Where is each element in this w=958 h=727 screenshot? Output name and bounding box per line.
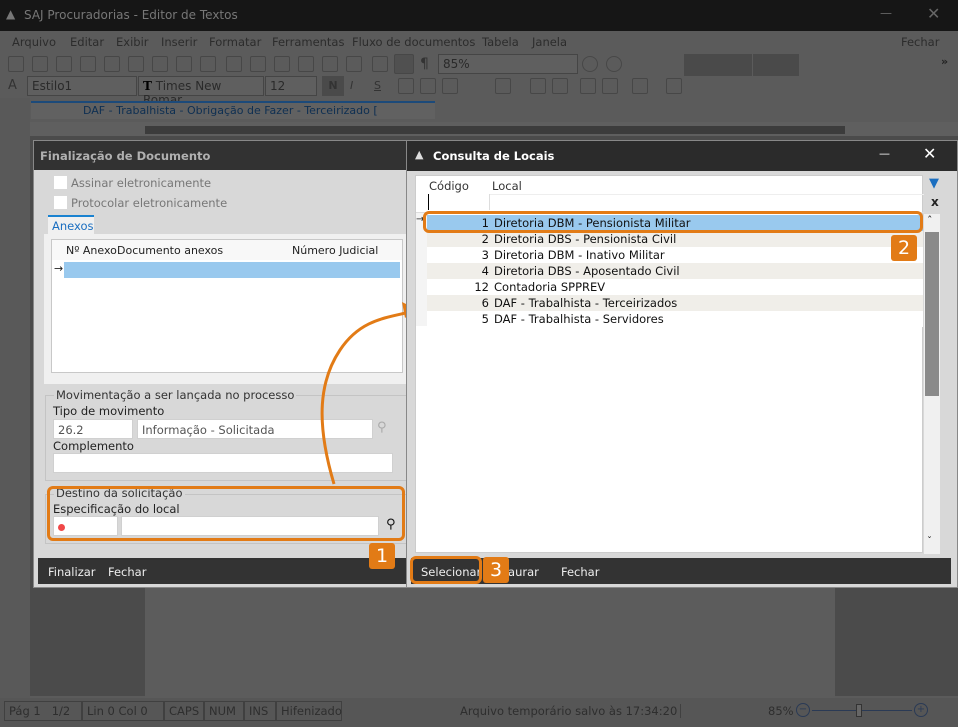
row-local: DAF - Trabalhista - Terceirizados bbox=[494, 296, 678, 310]
callout-3: 3 bbox=[483, 557, 509, 583]
row-codigo: 12 bbox=[474, 280, 489, 294]
row-local: Contadoria SPPREV bbox=[494, 280, 606, 294]
table-row[interactable]: 5 DAF - Trabalhista - Servidores bbox=[427, 311, 923, 327]
scrollbar-thumb[interactable] bbox=[925, 232, 939, 396]
row-local: Diretoria DBS - Pensionista Civil bbox=[494, 232, 677, 246]
local-filter-input[interactable] bbox=[490, 194, 924, 210]
table-row[interactable]: 2 Diretoria DBS - Pensionista Civil bbox=[427, 231, 923, 247]
col-local[interactable]: Local bbox=[492, 179, 522, 193]
row-local: Diretoria DBS - Aposentado Civil bbox=[494, 264, 680, 278]
row-codigo: 2 bbox=[481, 232, 489, 246]
row-codigo: 5 bbox=[481, 312, 489, 326]
clear-filter-icon[interactable]: x bbox=[931, 195, 939, 209]
scroll-up-icon[interactable]: ˆ bbox=[927, 214, 933, 227]
table-row[interactable]: 3 Diretoria DBM - Inativo Militar bbox=[427, 247, 923, 263]
table-row[interactable]: 4 Diretoria DBS - Aposentado Civil bbox=[427, 263, 923, 279]
scroll-down-icon[interactable]: ˇ bbox=[927, 536, 932, 547]
table-row[interactable]: 6 DAF - Trabalhista - Terceirizados bbox=[427, 295, 923, 311]
table-row[interactable]: 12 Contadoria SPPREV bbox=[427, 279, 923, 295]
dialog-title: Consulta de Locais bbox=[407, 141, 957, 171]
row-codigo: 3 bbox=[481, 248, 489, 262]
filter-icon[interactable]: ▼ bbox=[929, 176, 939, 191]
fechar-button[interactable]: Fechar bbox=[561, 565, 599, 579]
callout-2: 2 bbox=[891, 235, 917, 261]
close-button[interactable]: ✕ bbox=[923, 144, 936, 163]
row-local: Diretoria DBM - Inativo Militar bbox=[494, 248, 665, 262]
row-local: DAF - Trabalhista - Servidores bbox=[494, 312, 664, 326]
highlight-row bbox=[423, 211, 923, 233]
app-logo-icon: ▲ bbox=[415, 148, 424, 161]
col-codigo[interactable]: Código bbox=[429, 179, 469, 193]
row-codigo: 6 bbox=[481, 296, 489, 310]
highlight-selecionar bbox=[410, 556, 482, 584]
minimize-button[interactable]: — bbox=[879, 147, 890, 160]
row-codigo: 4 bbox=[481, 264, 489, 278]
codigo-filter-input[interactable] bbox=[428, 194, 490, 210]
scrollbar[interactable]: ˆ ˇ bbox=[924, 214, 940, 554]
consulta-locais-dialog: Consulta de Locais ▲ — ✕ Código Local → … bbox=[406, 140, 958, 588]
